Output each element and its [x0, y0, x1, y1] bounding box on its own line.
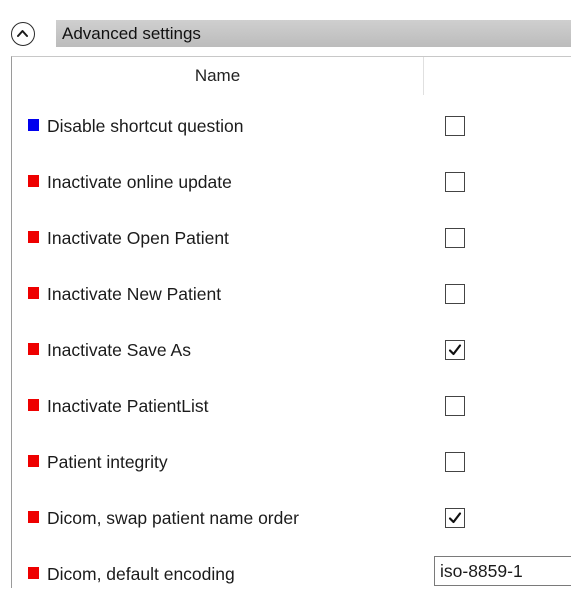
setting-row: Dicom, swap patient name order: [12, 490, 571, 546]
color-marker-icon: [28, 455, 39, 467]
setting-checkbox[interactable]: [445, 508, 465, 528]
setting-checkbox[interactable]: [445, 340, 465, 360]
chevron-up-icon: [17, 30, 28, 37]
setting-row: Inactivate online update: [12, 154, 571, 210]
color-marker-icon: [28, 399, 39, 411]
setting-checkbox[interactable]: [445, 284, 465, 304]
setting-row: Inactivate New Patient: [12, 266, 571, 322]
setting-label: Dicom, default encoding: [47, 564, 235, 584]
settings-grid: Name Disable shortcut question Inactivate…: [11, 56, 571, 588]
column-header-name[interactable]: Name: [12, 57, 424, 95]
color-marker-icon: [28, 119, 39, 131]
color-marker-icon: [28, 567, 39, 579]
setting-label: Patient integrity: [47, 452, 168, 472]
setting-checkbox[interactable]: [445, 452, 465, 472]
color-marker-icon: [28, 287, 39, 299]
setting-checkbox[interactable]: [445, 228, 465, 248]
color-marker-icon: [28, 175, 39, 187]
setting-label: Inactivate online update: [47, 172, 232, 192]
color-marker-icon: [28, 511, 39, 523]
color-marker-icon: [28, 231, 39, 243]
section-title: Advanced settings: [62, 24, 201, 43]
collapse-button[interactable]: [11, 22, 35, 46]
setting-checkbox[interactable]: [445, 116, 465, 136]
setting-label: Disable shortcut question: [47, 116, 244, 136]
setting-row: Patient integrity: [12, 434, 571, 490]
setting-label: Inactivate New Patient: [47, 284, 222, 304]
setting-row: Inactivate PatientList: [12, 378, 571, 434]
setting-checkbox[interactable]: [445, 396, 465, 416]
setting-label: Inactivate PatientList: [47, 396, 209, 416]
column-header-value[interactable]: [424, 57, 571, 95]
checkmark-icon: [448, 344, 462, 356]
default-encoding-field[interactable]: iso-8859-1: [434, 556, 571, 586]
setting-label: Dicom, swap patient name order: [47, 508, 299, 528]
setting-row: Disable shortcut question: [12, 98, 571, 154]
setting-row: Dicom, default encoding iso-8859-1: [12, 546, 571, 602]
color-marker-icon: [28, 343, 39, 355]
setting-checkbox[interactable]: [445, 172, 465, 192]
setting-row: Inactivate Open Patient: [12, 210, 571, 266]
setting-row: Inactivate Save As: [12, 322, 571, 378]
setting-label: Inactivate Save As: [47, 340, 191, 360]
advanced-settings-header: Advanced settings: [0, 0, 571, 50]
checkmark-icon: [448, 512, 462, 524]
setting-label: Inactivate Open Patient: [47, 228, 229, 248]
